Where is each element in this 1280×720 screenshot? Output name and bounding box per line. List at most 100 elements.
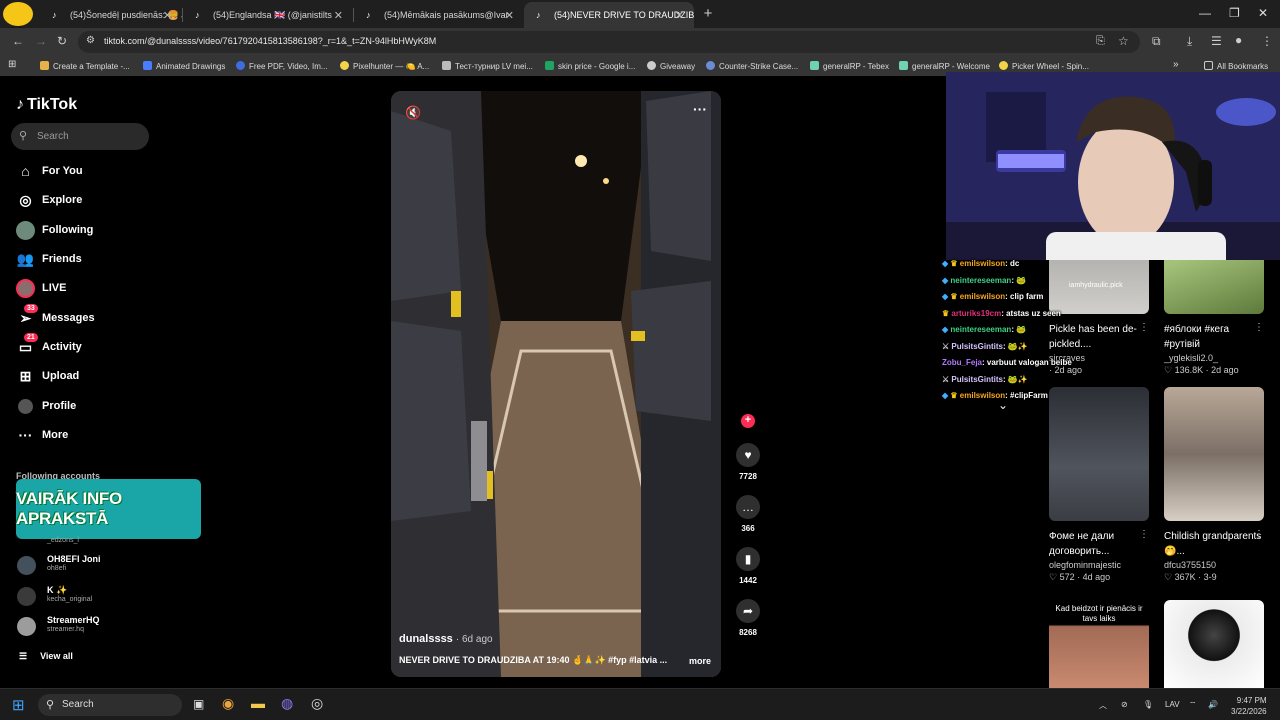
nav-more[interactable]: ··· More bbox=[16, 424, 156, 446]
comment-icon[interactable]: … bbox=[736, 495, 760, 519]
mute-icon[interactable]: 🔇 bbox=[405, 105, 421, 121]
page-icon bbox=[442, 61, 451, 70]
all-bookmarks[interactable]: All Bookmarks bbox=[1204, 61, 1268, 71]
recommended-video-card[interactable]: ⋮ Childish grandparents🤭... dfcu3755150 … bbox=[1164, 387, 1264, 583]
nav-profile[interactable]: Profile bbox=[16, 395, 156, 417]
bookmark-11[interactable]: Picker Wheel - Spin... bbox=[999, 61, 1089, 71]
recommended-video-card[interactable]: Kad beidzot ir pienācis ir tavs laiks bbox=[1049, 600, 1149, 688]
language-indicator[interactable]: LAV bbox=[1165, 700, 1180, 709]
close-window-icon[interactable]: ✕ bbox=[1258, 6, 1268, 20]
install-app-icon[interactable]: ⎘ bbox=[1096, 35, 1105, 48]
bookmark-2[interactable]: Animated Drawings bbox=[143, 61, 225, 71]
search-input[interactable] bbox=[37, 128, 137, 145]
taskbar-search[interactable]: ⚲ Search bbox=[38, 694, 182, 716]
tiktok-logo[interactable]: ♪ TikTok bbox=[16, 96, 77, 114]
menu-icon[interactable]: ⋮ bbox=[1261, 34, 1273, 48]
thumbnail-caption: Kad beidzot ir pienācis ir tavs laiks bbox=[1055, 604, 1143, 623]
site-info-icon[interactable]: ⚙ bbox=[86, 35, 95, 46]
microphone-icon[interactable]: 🎙 bbox=[1143, 700, 1153, 709]
following-account[interactable]: K ✨ kecha_original bbox=[17, 584, 177, 610]
volume-icon[interactable]: 🔊 bbox=[1208, 700, 1218, 709]
recommended-video-card[interactable] bbox=[1164, 600, 1264, 688]
nav-upload[interactable]: ⊞ Upload bbox=[16, 365, 156, 387]
system-clock[interactable]: 9:47 PM 3/22/2026 bbox=[1231, 695, 1267, 717]
nav-following[interactable]: Following bbox=[16, 219, 156, 241]
download-icon[interactable]: ⤓ bbox=[1187, 34, 1192, 49]
extensions-icon[interactable]: ⧉ bbox=[1152, 34, 1161, 49]
browser-tab-1[interactable]: ♪ (54)Šonedēļ pusdienās: 🍔 Juh ✕ bbox=[40, 2, 182, 28]
nav-for-you[interactable]: ⌂ For You bbox=[16, 160, 156, 182]
minimize-icon[interactable]: — bbox=[1199, 6, 1211, 20]
reload-icon[interactable]: ↻ bbox=[57, 34, 67, 48]
case-icon bbox=[706, 61, 715, 70]
bookmark-10[interactable]: generalRP - Welcome bbox=[899, 61, 990, 71]
close-icon[interactable]: ✕ bbox=[675, 9, 684, 22]
close-icon[interactable]: ✕ bbox=[163, 9, 172, 22]
save-action[interactable]: ▮ 1442 bbox=[736, 547, 760, 585]
card-menu-icon[interactable]: ⋮ bbox=[1254, 322, 1264, 333]
close-icon[interactable]: ✕ bbox=[505, 9, 514, 22]
bookmark-7[interactable]: Giveaway bbox=[647, 61, 695, 71]
windows-start-icon[interactable]: ⊞ bbox=[12, 696, 25, 714]
bookmark-1[interactable]: Create a Template -... bbox=[40, 61, 130, 71]
card-menu-icon[interactable]: ⋮ bbox=[1139, 322, 1149, 333]
card-menu-icon[interactable]: ⋮ bbox=[1139, 529, 1149, 540]
bookmark-6[interactable]: skin price - Google i... bbox=[545, 61, 635, 71]
close-icon[interactable]: ✕ bbox=[334, 9, 343, 22]
network-icon[interactable]: ⊘ bbox=[1121, 700, 1128, 709]
wifi-icon[interactable]: ⌔ bbox=[1189, 700, 1197, 710]
bookmark-8[interactable]: Counter-Strike Case... bbox=[706, 61, 798, 71]
bookmark-icon[interactable]: ▮ bbox=[736, 547, 760, 571]
video-author[interactable]: dunalssss · 6d ago bbox=[399, 633, 493, 645]
chat-line: ◆ ♛ emilswilson: dc bbox=[942, 259, 1020, 268]
restore-icon[interactable]: ❐ bbox=[1229, 6, 1240, 20]
nav-friends[interactable]: 👥 Friends bbox=[16, 248, 156, 270]
video-thumbnail bbox=[1164, 387, 1264, 521]
bookmark-star-icon[interactable]: ☆ bbox=[1118, 34, 1129, 48]
comment-action[interactable]: … 366 bbox=[736, 495, 760, 533]
profile-icon[interactable]: ● bbox=[1235, 33, 1242, 47]
bookmark-3[interactable]: Free PDF, Video, Im... bbox=[236, 61, 328, 71]
chat-line: ⚔ PulsitsGintits: 🐸✨ bbox=[942, 341, 1028, 351]
discord-icon[interactable]: ◍ bbox=[281, 695, 293, 712]
browser-profile-avatar[interactable] bbox=[3, 2, 33, 26]
more-options-icon[interactable]: ··· bbox=[693, 101, 707, 117]
following-account[interactable]: OH8EFI Joni oh8efi bbox=[17, 553, 177, 579]
sword-icon: ⚔ bbox=[942, 341, 950, 351]
description-more-button[interactable]: more bbox=[689, 656, 711, 666]
reading-list-icon[interactable]: ☰ bbox=[1211, 34, 1222, 48]
bookmarks-overflow-icon[interactable]: » bbox=[1173, 59, 1179, 70]
chrome-icon[interactable]: ◉ bbox=[222, 695, 234, 712]
browser-tab-4[interactable]: ♪ (54)NEVER DRIVE TO DRAUDZIBA ✕ bbox=[524, 2, 694, 28]
app-icon[interactable]: ◎ bbox=[311, 695, 323, 712]
like-action[interactable]: ♥ 7728 bbox=[736, 443, 760, 481]
back-icon[interactable]: ← bbox=[12, 34, 24, 48]
share-action[interactable]: ➦ 8268 bbox=[736, 599, 760, 637]
browser-tab-3[interactable]: ♪ (54)Mēmākais pasākums@Ivar ✕ bbox=[354, 2, 524, 28]
view-all-link[interactable]: ☰ View all bbox=[19, 651, 73, 662]
nav-activity[interactable]: ▭ 21 Activity bbox=[16, 332, 156, 358]
nav-explore[interactable]: ◎ Explore bbox=[16, 189, 156, 211]
file-explorer-icon[interactable]: ▬ bbox=[251, 695, 265, 711]
url-text[interactable]: tiktok.com/@dunalssss/video/761792041581… bbox=[104, 36, 436, 46]
chevron-down-icon[interactable]: ⌄ bbox=[998, 398, 1008, 412]
nav-live[interactable]: LIVE bbox=[16, 277, 156, 299]
heart-icon[interactable]: ♥ bbox=[736, 443, 760, 467]
tray-chevron-icon[interactable]: ︿ bbox=[1099, 700, 1107, 711]
nav-messages[interactable]: ➢ 33 Messages bbox=[16, 303, 156, 329]
bookmark-4[interactable]: Pixelhunter — 🍋 A... bbox=[340, 61, 429, 71]
forward-icon[interactable]: → bbox=[35, 34, 47, 48]
follow-plus-button[interactable]: + bbox=[741, 414, 755, 428]
search-box[interactable]: ⚲ bbox=[11, 123, 149, 150]
following-account[interactable]: StreamerHQ streamer.hq bbox=[17, 614, 177, 640]
share-icon[interactable]: ➦ bbox=[736, 599, 760, 623]
bookmark-9[interactable]: generalRP - Tebex bbox=[810, 61, 889, 71]
card-menu-icon[interactable]: ⋮ bbox=[1254, 529, 1264, 540]
apps-icon[interactable]: ⊞ bbox=[8, 59, 16, 70]
bookmark-5[interactable]: Тест-турнир LV mei... bbox=[442, 61, 533, 71]
task-view-icon[interactable]: ▣ bbox=[193, 697, 204, 711]
video-player[interactable]: 🔇 ··· dunalssss · 6d ago NEVER DRIVE TO … bbox=[391, 91, 721, 677]
new-tab-button[interactable]: + bbox=[694, 2, 722, 28]
recommended-video-card[interactable]: ⋮ Фоме не дали договорить... olegfominma… bbox=[1049, 387, 1149, 583]
browser-tab-2[interactable]: ♪ (54)Englandsa 🇬🇧 (@janistilts ✕ bbox=[183, 2, 353, 28]
